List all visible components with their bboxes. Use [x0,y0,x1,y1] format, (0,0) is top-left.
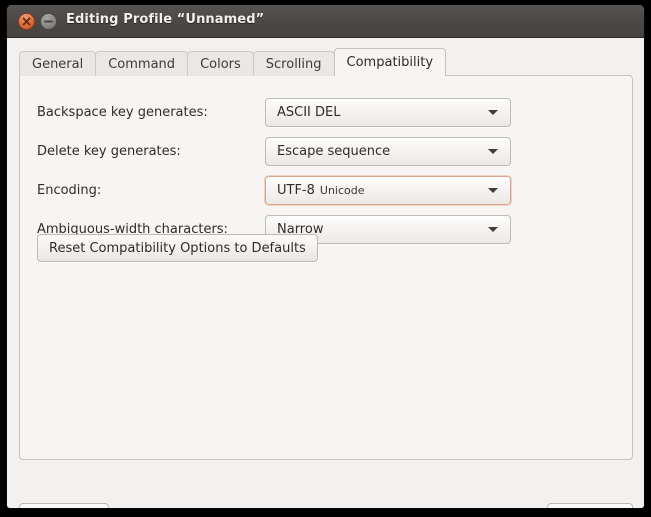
tab-label: Command [108,56,176,72]
encoding-label: Encoding: [37,182,102,198]
tab-label: General [32,56,84,72]
tab-scrolling[interactable]: Scrolling [252,51,335,76]
dialog-body: General Command Colors Scrolling Compati… [7,38,644,508]
close-window-button[interactable] [18,13,35,30]
close-dialog-button[interactable]: Close [547,503,633,508]
row-delete-key: Delete key generates: Escape sequence [37,136,511,166]
window-title: Editing Profile “Unnamed” [66,12,265,27]
encoding-value-main: UTF-8 [277,182,315,198]
tab-label: Colors [200,56,241,72]
help-button[interactable]: Help [19,503,109,508]
delete-key-dropdown[interactable]: Escape sequence [265,136,511,166]
compatibility-form: Backspace key generates: ASCII DEL Delet… [37,97,511,253]
title-bar: Editing Profile “Unnamed” [7,5,644,38]
minimize-icon [44,20,53,23]
tab-label: Scrolling [265,56,322,72]
tab-command[interactable]: Command [95,51,189,76]
encoding-value-subtitle: Unicode [319,183,365,197]
chevron-down-icon [488,109,498,115]
close-icon [22,17,31,26]
tab-bar: General Command Colors Scrolling Compati… [19,48,447,77]
chevron-down-icon [488,148,498,154]
row-encoding: Encoding: UTF-8 Unicode [37,175,511,205]
tab-compatibility[interactable]: Compatibility [333,48,447,77]
reset-button-label: Reset Compatibility Options to Defaults [49,240,306,256]
minimize-window-button[interactable] [40,13,57,30]
delete-key-label: Delete key generates: [37,143,181,159]
tab-label: Compatibility [346,55,434,70]
delete-key-value: Escape sequence [277,143,391,159]
dialog-window: Editing Profile “Unnamed” General Comman… [6,4,645,509]
encoding-dropdown[interactable]: UTF-8 Unicode [265,175,511,205]
tab-colors[interactable]: Colors [187,51,254,76]
row-backspace-key: Backspace key generates: ASCII DEL [37,97,511,127]
tab-general[interactable]: General [19,51,97,76]
reset-compatibility-options-button[interactable]: Reset Compatibility Options to Defaults [37,234,318,262]
chevron-down-icon [488,226,498,232]
compatibility-panel: Backspace key generates: ASCII DEL Delet… [19,75,633,460]
encoding-value: UTF-8 Unicode [277,183,365,198]
chevron-down-icon [488,187,498,193]
backspace-key-label: Backspace key generates: [37,104,208,120]
backspace-key-value: ASCII DEL [277,104,341,120]
backspace-key-dropdown[interactable]: ASCII DEL [265,97,511,127]
